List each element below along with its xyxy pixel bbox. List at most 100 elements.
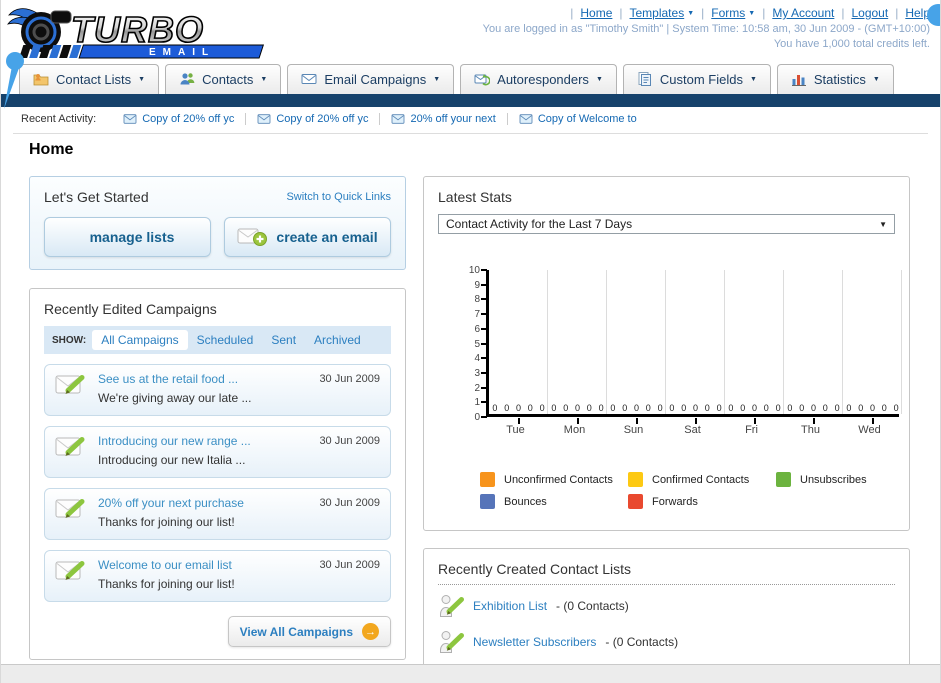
chart-value-label: 0 (834, 403, 840, 413)
recent-activity-item[interactable]: Copy of Welcome to (506, 113, 648, 125)
contact-list-item[interactable]: Exhibition List - (0 Contacts) (438, 585, 895, 621)
main-nav-tab[interactable]: Contact Lists ▼ (19, 64, 160, 94)
y-axis-tick (481, 386, 487, 389)
campaign-row[interactable]: Welcome to our email list Thanks for joi… (44, 550, 391, 602)
y-axis-tick-label: 7 (474, 309, 480, 321)
chart-value-label: 0 (763, 403, 769, 413)
top-nav-link[interactable]: Forms (711, 6, 745, 20)
recently-edited-campaigns-panel: Recently Edited Campaigns SHOW: All Camp… (29, 288, 406, 660)
chart-value-labels: 00000 (666, 403, 725, 413)
chart-value-label: 0 (527, 403, 533, 413)
legend-swatch (480, 494, 495, 509)
chart-value-label: 0 (858, 403, 864, 413)
app-window: TURBO EMAIL | Home ▼ | Templates ▼ (0, 0, 941, 683)
y-axis-tick-label: 6 (474, 323, 480, 335)
main-nav-tab[interactable]: Contacts ▼ (165, 64, 282, 94)
top-nav-link[interactable]: My Account (772, 6, 834, 20)
latest-stats-panel: Latest Stats Contact Activity for the La… (423, 176, 910, 531)
campaign-title-link[interactable]: Introducing our new range ... (98, 434, 310, 448)
chart-value-label: 0 (704, 403, 710, 413)
latest-stats-title: Latest Stats (438, 189, 512, 205)
campaigns-panel-title: Recently Edited Campaigns (44, 301, 217, 317)
campaign-filter-link[interactable]: Archived (305, 330, 370, 350)
top-nav-item: | Logout ▼ (834, 6, 888, 20)
tab-label: Contacts (202, 71, 254, 87)
campaign-row[interactable]: See us at the retail food ... We're givi… (44, 364, 391, 416)
chart-value-label: 0 (492, 403, 498, 413)
recent-activity-bar: Recent Activity: Copy of 20% off yc Copy… (1, 107, 940, 130)
campaign-row[interactable]: 20% off your next purchase Thanks for jo… (44, 488, 391, 540)
main-nav-tab[interactable]: Statistics ▼ (776, 64, 894, 94)
legend-item: Unconfirmed Contacts (480, 472, 628, 487)
tab-label: Autoresponders (497, 71, 589, 87)
autoresponders-icon (474, 71, 491, 87)
switch-to-quick-links-link[interactable]: Switch to Quick Links (286, 191, 391, 203)
y-axis-tick (481, 371, 487, 374)
nav-separator: | (895, 6, 899, 20)
main-nav-tab[interactable]: Custom Fields ▼ (622, 64, 771, 94)
recently-created-contact-lists-panel: Recently Created Contact Lists Exhibitio… (423, 548, 910, 683)
view-all-campaigns-label: View All Campaigns (239, 624, 353, 639)
campaign-filter-link[interactable]: Sent (262, 330, 305, 350)
top-nav-link[interactable]: Home (580, 6, 612, 20)
campaign-subtitle: Thanks for joining our list! (98, 515, 235, 529)
campaign-title-link[interactable]: See us at the retail food ... (98, 372, 310, 386)
contacts-icon (179, 71, 195, 87)
page-title: Home (29, 141, 74, 158)
contact-list-link[interactable]: Exhibition List (473, 599, 547, 613)
nav-separator: | (701, 6, 705, 20)
contact-list-link[interactable]: Newsletter Subscribers (473, 635, 596, 649)
view-all-campaigns-button[interactable]: View All Campaigns → (227, 616, 391, 647)
campaign-title-link[interactable]: 20% off your next purchase (98, 496, 310, 510)
contact-lists-icon (33, 71, 49, 87)
top-nav-item: | Home ▼ (563, 6, 612, 20)
y-axis-tick (481, 313, 487, 316)
chart-gridline (724, 270, 725, 414)
create-email-button[interactable]: create an email (224, 217, 391, 257)
recent-activity-item-label: 20% off your next (410, 113, 496, 125)
arrow-right-icon: → (362, 623, 379, 640)
contact-list-item[interactable]: Newsletter Subscribers - (0 Contacts) (438, 621, 895, 657)
tab-label: Contact Lists (56, 71, 132, 87)
chart-value-labels: 00000 (784, 403, 843, 413)
chart-gridline (606, 270, 607, 414)
y-axis-tick-label: 5 (474, 338, 480, 350)
navy-divider-bar (1, 94, 940, 107)
recent-activity-item[interactable]: Copy of 20% off yc (245, 113, 379, 125)
campaign-filter-link[interactable]: Scheduled (188, 330, 263, 350)
y-axis-tick-label: 9 (474, 279, 480, 291)
contact-list-count: - (0 Contacts) (556, 599, 629, 613)
annotation-pin-icon (2, 50, 28, 117)
main-nav-tab[interactable]: Autoresponders ▼ (460, 64, 617, 94)
chart-value-label: 0 (669, 403, 675, 413)
chart-value-label: 0 (574, 403, 580, 413)
right-column: Latest Stats Contact Activity for the La… (423, 176, 910, 683)
manage-lists-button[interactable]: manage lists (44, 217, 211, 257)
legend-swatch (480, 472, 495, 487)
main-nav-tab[interactable]: Email Campaigns ▼ (287, 64, 455, 94)
top-nav-item: | Templates ▼ (612, 6, 694, 20)
y-axis-tick-label: 0 (474, 412, 480, 423)
legend-item: Forwards (628, 494, 776, 509)
chart-value-label: 0 (504, 403, 510, 413)
nav-separator: | (841, 6, 845, 20)
top-nav-link[interactable]: Templates (630, 6, 685, 20)
email-campaigns-icon (301, 71, 317, 87)
tab-label: Email Campaigns (324, 71, 427, 87)
recent-activity-item[interactable]: Copy of 20% off yc (112, 113, 245, 125)
campaign-filter-link[interactable]: All Campaigns (92, 330, 188, 350)
campaign-filter-bar: SHOW: All Campaigns Scheduled Sent Archi… (44, 326, 391, 354)
chart-value-label: 0 (633, 403, 639, 413)
show-label: SHOW: (52, 334, 87, 346)
y-axis-tick-label: 4 (474, 353, 480, 365)
stats-period-select[interactable]: Contact Activity for the Last 7 Days ▼ (438, 214, 895, 234)
top-nav-item: | Forms ▼ (694, 6, 755, 20)
chart-value-label: 0 (846, 403, 852, 413)
legend-label: Bounces (504, 495, 547, 508)
campaign-title-link[interactable]: Welcome to our email list (98, 558, 310, 572)
email-icon (519, 113, 533, 125)
person-pencil-icon (438, 629, 464, 655)
top-nav-link[interactable]: Logout (851, 6, 888, 20)
campaign-row[interactable]: Introducing our new range ... Introducin… (44, 426, 391, 478)
recent-activity-item[interactable]: 20% off your next (379, 113, 506, 125)
